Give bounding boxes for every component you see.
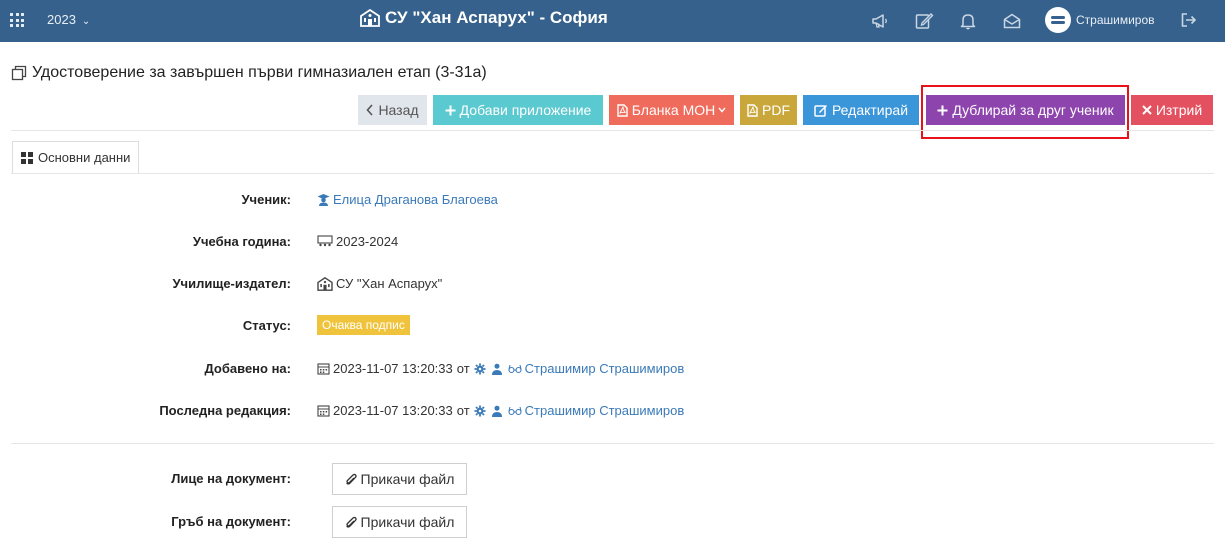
- tab-main-data-label: Основни данни: [38, 150, 131, 165]
- file-pdf-icon: [617, 103, 628, 117]
- delete-button-label: Изтрий: [1155, 102, 1203, 118]
- pdf-button-label: PDF: [762, 102, 790, 118]
- status-badge: Очаква подпис: [317, 315, 410, 335]
- pdf-button[interactable]: PDF: [740, 95, 797, 125]
- document-back-label: Гръб на документ:: [171, 514, 291, 529]
- last-edit-value: 2023-11-07 13:20:33 от Страшимир Страшим…: [317, 403, 684, 418]
- school-building-icon: [360, 9, 380, 27]
- document-front-label: Лице на документ:: [171, 471, 291, 486]
- chevron-down-icon: [718, 107, 726, 113]
- grid-icon: [21, 151, 33, 164]
- school-year-text: 2023-2024: [336, 234, 399, 249]
- last-edit-date: 2023-11-07 13:20:33: [333, 403, 453, 418]
- paperclip-icon: [345, 473, 357, 485]
- section-divider: [11, 443, 1214, 444]
- user-name: Страшимиров: [1076, 13, 1155, 27]
- chevron-down-icon: ⌄: [81, 16, 91, 27]
- student-value[interactable]: Елица Драганова Благоева: [317, 192, 498, 207]
- duplicate-for-other-student-button[interactable]: Дублирай за друг ученик: [926, 95, 1125, 125]
- user-tie-icon: [491, 363, 502, 375]
- edit-note-icon[interactable]: [914, 11, 934, 31]
- attach-front-file-button[interactable]: Прикачи файл: [332, 463, 467, 495]
- student-link[interactable]: Елица Драганова Благоева: [333, 192, 498, 207]
- calendar-icon: [317, 363, 330, 375]
- edit-icon: [814, 103, 828, 117]
- megaphone-icon[interactable]: [870, 11, 890, 31]
- edit-button[interactable]: Редактирай: [803, 95, 919, 125]
- glasses-icon: [508, 406, 522, 415]
- attach-back-file-button[interactable]: Прикачи файл: [332, 506, 467, 538]
- plus-icon: [937, 105, 948, 116]
- add-attachment-button[interactable]: Добави приложение: [433, 95, 603, 125]
- back-button-label: Назад: [378, 102, 419, 118]
- add-attachment-label: Добави приложение: [459, 102, 592, 118]
- school-building-icon: [317, 276, 333, 291]
- duplicate-button-label: Дублирай за друг ученик: [952, 102, 1114, 118]
- top-navbar: 2023 ⌄ СУ "Хан Аспарух" - София Страшимир…: [0, 0, 1225, 42]
- graduate-icon: [317, 194, 330, 206]
- added-by-prefix: от: [456, 361, 470, 376]
- calendar-icon: [317, 405, 330, 417]
- page-title-text: Удостоверение за завършен първи гимназиа…: [32, 64, 487, 81]
- bell-icon[interactable]: [958, 11, 978, 31]
- year-selector[interactable]: 2023 ⌄: [47, 12, 90, 27]
- attach-front-file-label: Прикачи файл: [360, 471, 455, 487]
- divider: [11, 130, 1214, 131]
- school-title-text: СУ "Хан Аспарух" - София: [385, 8, 608, 27]
- student-label: Ученик:: [241, 192, 291, 207]
- issuing-school-text: СУ "Хан Аспарух": [336, 276, 443, 291]
- issuing-school-label: Училище-издател:: [172, 276, 291, 291]
- school-year-value: 2023-2024: [317, 234, 398, 249]
- page-title: Удостоверение за завършен първи гимназиа…: [11, 64, 487, 82]
- added-on-value: 2023-11-07 13:20:33 от Страшимир Страшим…: [317, 361, 684, 376]
- tab-main-data[interactable]: Основни данни: [12, 141, 139, 174]
- issuing-school-value: СУ "Хан Аспарух": [317, 276, 442, 291]
- added-by-link[interactable]: Страшимир Страшимиров: [525, 361, 685, 376]
- classroom-icon: [317, 235, 333, 247]
- edit-button-label: Редактирай: [831, 102, 909, 118]
- edited-by-link[interactable]: Страшимир Страшимиров: [525, 403, 685, 418]
- user-menu[interactable]: Страшимиров: [1045, 7, 1155, 33]
- envelope-open-icon[interactable]: [1002, 11, 1022, 31]
- gear-icon: [474, 405, 486, 416]
- last-edit-label: Последна редакция:: [159, 403, 291, 418]
- school-title[interactable]: СУ "Хан Аспарух" - София: [360, 8, 608, 28]
- edited-by-prefix: от: [456, 403, 470, 418]
- logout-icon[interactable]: [1180, 12, 1198, 28]
- added-on-date: 2023-11-07 13:20:33: [333, 361, 453, 376]
- avatar: [1045, 7, 1071, 33]
- glasses-icon: [508, 364, 522, 373]
- apps-grid-icon[interactable]: [10, 13, 24, 27]
- mon-form-button[interactable]: Бланка МОН: [609, 95, 734, 125]
- gear-icon: [474, 363, 486, 374]
- plus-icon: [445, 105, 456, 116]
- school-year-label: Учебна година:: [192, 234, 291, 249]
- attach-back-file-label: Прикачи файл: [360, 514, 455, 530]
- year-selector-value: 2023: [47, 12, 76, 27]
- delete-button[interactable]: Изтрий: [1131, 95, 1213, 125]
- user-tie-icon: [491, 405, 502, 417]
- back-button[interactable]: Назад: [358, 95, 427, 125]
- paperclip-icon: [345, 516, 357, 528]
- status-value: Очаква подпис: [317, 315, 410, 335]
- close-icon: [1142, 105, 1152, 115]
- tab-divider: [11, 173, 1214, 174]
- copy-icon: [11, 65, 27, 81]
- mon-form-label: Бланка МОН: [631, 102, 716, 118]
- added-on-label: Добавено на:: [204, 361, 292, 376]
- chevron-left-icon: [366, 104, 374, 116]
- file-pdf-icon: [747, 103, 758, 117]
- status-label: Статус:: [242, 318, 291, 333]
